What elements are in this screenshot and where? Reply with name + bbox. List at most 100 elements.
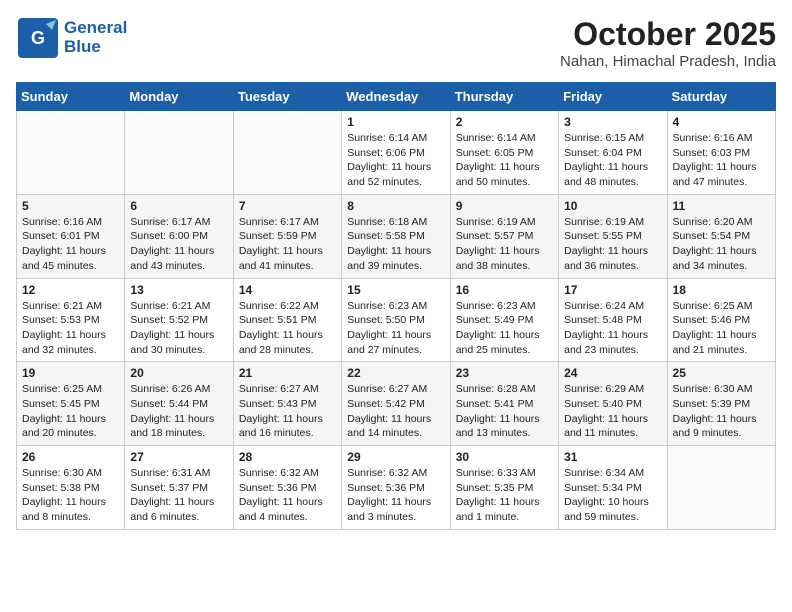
- cell-text-line: Daylight: 11 hours: [673, 245, 757, 257]
- calendar-cell: 16Sunrise: 6:23 AMSunset: 5:49 PMDayligh…: [450, 278, 558, 362]
- day-number: 10: [564, 199, 661, 213]
- cell-text-line: Daylight: 11 hours: [456, 329, 540, 341]
- cell-text-line: Daylight: 11 hours: [130, 245, 214, 257]
- cell-text-line: and 6 minutes.: [130, 511, 199, 523]
- cell-text-line: Sunset: 5:48 PM: [564, 314, 642, 326]
- calendar-cell: [125, 111, 233, 195]
- logo-icon: G: [16, 16, 60, 60]
- cell-content: Sunrise: 6:28 AMSunset: 5:41 PMDaylight:…: [456, 382, 553, 441]
- cell-text-line: Daylight: 11 hours: [347, 496, 431, 508]
- cell-text-line: and 41 minutes.: [239, 260, 314, 272]
- cell-text-line: and 14 minutes.: [347, 427, 422, 439]
- cell-text-line: Sunrise: 6:19 AM: [564, 216, 644, 228]
- cell-text-line: Sunset: 5:43 PM: [239, 398, 317, 410]
- day-number: 19: [22, 366, 119, 380]
- cell-text-line: and 11 minutes.: [564, 427, 638, 439]
- day-number: 12: [22, 283, 119, 297]
- cell-text-line: Sunrise: 6:15 AM: [564, 132, 644, 144]
- cell-text-line: Sunrise: 6:14 AM: [456, 132, 536, 144]
- cell-text-line: Daylight: 11 hours: [456, 161, 540, 173]
- cell-text-line: Daylight: 11 hours: [456, 245, 540, 257]
- cell-text-line: Sunrise: 6:24 AM: [564, 300, 644, 312]
- cell-text-line: Daylight: 11 hours: [239, 496, 323, 508]
- day-number: 26: [22, 450, 119, 464]
- calendar-week-row: 1Sunrise: 6:14 AMSunset: 6:06 PMDaylight…: [17, 111, 776, 195]
- calendar-cell: 27Sunrise: 6:31 AMSunset: 5:37 PMDayligh…: [125, 446, 233, 530]
- cell-text-line: Sunset: 5:39 PM: [673, 398, 751, 410]
- day-number: 1: [347, 115, 444, 129]
- cell-content: Sunrise: 6:14 AMSunset: 6:05 PMDaylight:…: [456, 131, 553, 190]
- svg-text:G: G: [31, 28, 45, 48]
- calendar-cell: 24Sunrise: 6:29 AMSunset: 5:40 PMDayligh…: [559, 362, 667, 446]
- calendar-cell: 28Sunrise: 6:32 AMSunset: 5:36 PMDayligh…: [233, 446, 341, 530]
- cell-content: Sunrise: 6:17 AMSunset: 5:59 PMDaylight:…: [239, 215, 336, 274]
- day-of-week-header: Friday: [559, 83, 667, 111]
- cell-text-line: Sunset: 5:50 PM: [347, 314, 425, 326]
- day-of-week-header: Sunday: [17, 83, 125, 111]
- cell-content: Sunrise: 6:22 AMSunset: 5:51 PMDaylight:…: [239, 299, 336, 358]
- cell-text-line: Sunrise: 6:33 AM: [456, 467, 536, 479]
- cell-text-line: and 23 minutes.: [564, 344, 639, 356]
- cell-text-line: Daylight: 11 hours: [22, 496, 106, 508]
- calendar-cell: 18 Sunrise: 6:25 AMSunset: 5:46 PMDayligh…: [667, 278, 775, 362]
- calendar-header-row: SundayMondayTuesdayWednesdayThursdayFrid…: [17, 83, 776, 111]
- cell-text-line: Sunset: 5:36 PM: [347, 482, 425, 494]
- cell-text-line: Sunset: 6:04 PM: [564, 147, 642, 159]
- cell-content: Sunrise: 6:32 AM Sunset: 5:36 PM Daylight:…: [347, 466, 444, 525]
- day-number: 5: [22, 199, 119, 213]
- cell-content: Sunrise: 6:18 AMSunset: 5:58 PMDaylight:…: [347, 215, 444, 274]
- calendar-cell: 23 Sunrise: 6:28 AMSunset: 5:41 PMDayligh…: [450, 362, 558, 446]
- cell-text-line: Sunset: 6:03 PM: [673, 147, 751, 159]
- calendar-week-row: 5Sunrise: 6:16 AMSunset: 6:01 PMDaylight…: [17, 194, 776, 278]
- cell-text-line: Sunrise: 6:25 AM: [673, 300, 753, 312]
- calendar-cell: 8Sunrise: 6:18 AMSunset: 5:58 PMDaylight…: [342, 194, 450, 278]
- cell-content: Sunrise: 6:25 AMSunset: 5:46 PMDaylight:…: [673, 299, 770, 358]
- cell-text-line: Sunrise: 6:29 AM: [564, 383, 644, 395]
- cell-text-line: Daylight: 11 hours: [564, 413, 648, 425]
- logo-text-line1: General: [64, 19, 127, 38]
- cell-content: Sunrise: 6:30 AMSunset: 5:39 PMDaylight:…: [673, 382, 770, 441]
- day-of-week-header: Monday: [125, 83, 233, 111]
- cell-text-line: Sunset: 5:42 PM: [347, 398, 425, 410]
- cell-content: Sunrise: 6:25 AMSunset: 5:45 PMDaylight:…: [22, 382, 119, 441]
- cell-text-line: Sunrise: 6:32 AM: [347, 467, 427, 479]
- calendar-cell: 4Sunrise: 6:16 AMSunset: 6:03 PMDaylight…: [667, 111, 775, 195]
- cell-text-line: and 8 minutes.: [22, 511, 91, 523]
- calendar-cell: 26Sunrise: 6:30 AMSunset: 5:38 PMDayligh…: [17, 446, 125, 530]
- calendar-cell: 29 Sunrise: 6:32 AM Sunset: 5:36 PM Dayligh…: [342, 446, 450, 530]
- calendar-cell: 1Sunrise: 6:14 AMSunset: 6:06 PMDaylight…: [342, 111, 450, 195]
- cell-text-line: Sunset: 5:37 PM: [130, 482, 208, 494]
- cell-text-line: and 32 minutes.: [22, 344, 97, 356]
- day-number: 29: [347, 450, 444, 464]
- cell-text-line: and 16 minutes.: [239, 427, 314, 439]
- day-number: 18: [673, 283, 770, 297]
- cell-content: Sunrise: 6:27 AMSunset: 5:42 PMDaylight:…: [347, 382, 444, 441]
- cell-text-line: Daylight: 11 hours: [564, 161, 648, 173]
- day-number: 13: [130, 283, 227, 297]
- cell-text-line: Sunset: 5:57 PM: [456, 230, 534, 242]
- cell-text-line: Sunrise: 6:14 AM: [347, 132, 427, 144]
- cell-text-line: Sunset: 5:49 PM: [456, 314, 534, 326]
- cell-text-line: Sunrise: 6:16 AM: [673, 132, 753, 144]
- cell-text-line: Sunrise: 6:17 AM: [130, 216, 210, 228]
- calendar-cell: 13Sunrise: 6:21 AMSunset: 5:52 PMDayligh…: [125, 278, 233, 362]
- cell-text-line: and 25 minutes.: [456, 344, 531, 356]
- calendar-cell: 11Sunrise: 6:20 AMSunset: 5:54 PMDayligh…: [667, 194, 775, 278]
- cell-text-line: Sunrise: 6:30 AM: [673, 383, 753, 395]
- calendar-week-row: 19 Sunrise: 6:25 AMSunset: 5:45 PMDayligh…: [17, 362, 776, 446]
- day-number: 23: [456, 366, 553, 380]
- cell-text-line: and 39 minutes.: [347, 260, 422, 272]
- cell-text-line: Daylight: 11 hours: [347, 245, 431, 257]
- cell-text-line: and 20 minutes.: [22, 427, 97, 439]
- cell-text-line: Sunrise: 6:32 AM: [239, 467, 319, 479]
- cell-content: Sunrise: 6:27 AMSunset: 5:43 PMDaylight:…: [239, 382, 336, 441]
- cell-text-line: and 13 minutes.: [456, 427, 531, 439]
- day-of-week-header: Tuesday: [233, 83, 341, 111]
- calendar-cell: 10Sunrise: 6:19 AMSunset: 5:55 PMDayligh…: [559, 194, 667, 278]
- calendar-cell: 30Sunrise: 6:33 AMSunset: 5:35 PMDayligh…: [450, 446, 558, 530]
- location-subtitle: Nahan, Himachal Pradesh, India: [560, 53, 776, 70]
- cell-text-line: and 52 minutes.: [347, 176, 422, 188]
- calendar-cell: 22Sunrise: 6:27 AMSunset: 5:42 PMDayligh…: [342, 362, 450, 446]
- calendar-cell: 3Sunrise: 6:15 AMSunset: 6:04 PMDaylight…: [559, 111, 667, 195]
- cell-text-line: and 4 minutes.: [239, 511, 308, 523]
